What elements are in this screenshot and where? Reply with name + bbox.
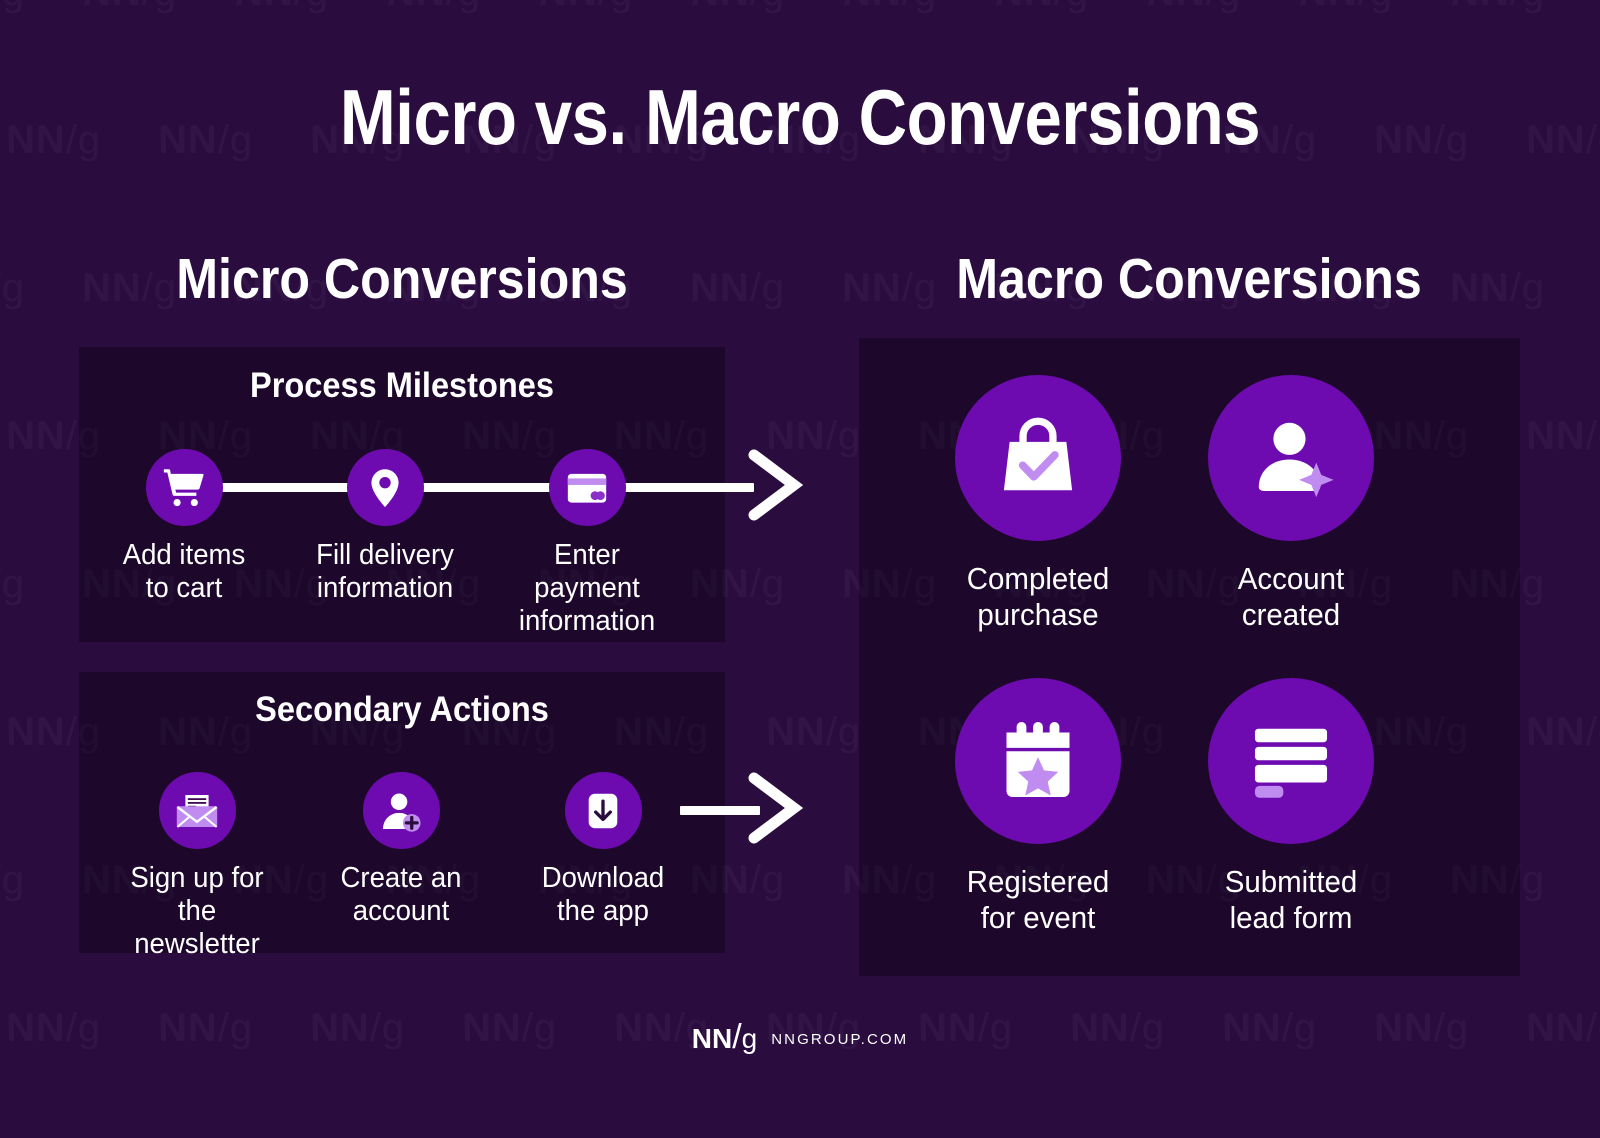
process-milestones-heading: Process Milestones bbox=[250, 366, 554, 405]
macro-item-label: Registered for event bbox=[966, 864, 1110, 935]
form-submit-icon-circle bbox=[1208, 678, 1374, 844]
watermark-tile: NN/g bbox=[0, 562, 25, 607]
step-download-app: Download the app bbox=[519, 772, 687, 928]
watermark-tile: NN/g bbox=[766, 710, 861, 755]
shopping-bag-check-icon bbox=[1003, 417, 1073, 491]
watermark-tile: NN/g bbox=[0, 0, 25, 15]
macro-item-completed-purchase: Completed purchase bbox=[916, 375, 1160, 632]
micro-column-heading: Micro Conversions bbox=[176, 247, 628, 311]
step-fill-delivery-information: Fill delivery information bbox=[301, 449, 469, 605]
macro-item-submitted-lead-form: Submitted lead form bbox=[1169, 678, 1413, 935]
infographic-canvas: NN/gNN/gNN/gNN/gNN/gNN/gNN/gNN/gNN/gNN/g… bbox=[0, 0, 1600, 1138]
macro-item-label: Account created bbox=[1237, 561, 1345, 632]
step-label: Enter payment information bbox=[518, 539, 656, 637]
watermark-tile: NN/g bbox=[6, 118, 101, 163]
watermark-tile: NN/g bbox=[994, 0, 1089, 15]
logo-nn-text: NN bbox=[691, 1023, 733, 1054]
logo-slash-text: / bbox=[732, 1018, 742, 1056]
step-label: Fill delivery information bbox=[316, 539, 454, 604]
step-add-items-to-cart: Add items to cart bbox=[100, 449, 268, 605]
calendar-star-icon-circle bbox=[955, 678, 1121, 844]
person-add-icon-circle bbox=[362, 772, 440, 849]
step-label: Create an account bbox=[340, 862, 462, 927]
watermark-tile: NN/g bbox=[842, 0, 937, 15]
footer-url-text: NNGROUP.COM bbox=[771, 1031, 909, 1048]
watermark-tile: NN/g bbox=[234, 0, 329, 15]
step-enter-payment-information: Enter payment information bbox=[503, 449, 671, 637]
download-arrow-icon bbox=[588, 793, 618, 828]
page-title: Micro vs. Macro Conversions bbox=[339, 73, 1261, 161]
footer: NN/g NNGROUP.COM bbox=[0, 1018, 1600, 1057]
envelope-mail-icon-circle bbox=[158, 772, 236, 849]
shopping-bag-check-icon-circle bbox=[955, 375, 1121, 541]
person-sparkle-icon bbox=[1258, 422, 1334, 498]
watermark-tile: NN/g bbox=[1146, 0, 1241, 15]
watermark-tile: NN/g bbox=[1526, 414, 1600, 459]
step-create-account: Create an account bbox=[317, 772, 485, 928]
nng-logo: NN/g bbox=[692, 1018, 757, 1057]
credit-card-icon bbox=[567, 473, 607, 503]
watermark-tile: NN/g bbox=[1526, 710, 1600, 755]
shopping-cart-icon-circle bbox=[145, 449, 223, 526]
watermark-tile: NN/g bbox=[82, 0, 177, 15]
shopping-cart-icon bbox=[163, 468, 204, 506]
macro-item-registered-for-event: Registered for event bbox=[916, 678, 1160, 935]
watermark-tile: NN/g bbox=[1298, 0, 1393, 15]
secondary-arrow-head-icon bbox=[748, 772, 804, 844]
location-pin-icon-circle bbox=[346, 449, 424, 526]
secondary-actions-heading: Secondary Actions bbox=[255, 690, 549, 729]
person-sparkle-icon-circle bbox=[1208, 375, 1374, 541]
credit-card-icon-circle bbox=[548, 449, 626, 526]
watermark-tile: NN/g bbox=[690, 266, 785, 311]
watermark-tile: NN/g bbox=[1450, 0, 1545, 15]
macro-item-label: Completed purchase bbox=[966, 561, 1110, 632]
logo-g-text: g bbox=[741, 1023, 758, 1054]
download-arrow-icon-circle bbox=[564, 772, 642, 849]
person-add-icon bbox=[382, 793, 421, 832]
watermark-tile: NN/g bbox=[690, 0, 785, 15]
watermark-tile: NN/g bbox=[1526, 118, 1600, 163]
calendar-star-icon bbox=[1006, 722, 1070, 797]
step-sign-up-newsletter: Sign up for the newsletter bbox=[113, 772, 281, 960]
watermark-tile: NN/g bbox=[386, 0, 481, 15]
watermark-tile: NN/g bbox=[0, 266, 25, 311]
macro-item-account-created: Account created bbox=[1169, 375, 1413, 632]
watermark-tile: NN/g bbox=[0, 858, 25, 903]
location-pin-icon bbox=[371, 468, 399, 507]
macro-column-heading: Macro Conversions bbox=[956, 247, 1422, 311]
watermark-tile: NN/g bbox=[538, 0, 633, 15]
macro-item-label: Submitted lead form bbox=[1224, 864, 1358, 935]
envelope-mail-icon bbox=[176, 794, 218, 828]
step-label: Add items to cart bbox=[122, 539, 246, 604]
process-arrow-head-icon bbox=[748, 449, 804, 521]
form-submit-icon bbox=[1254, 728, 1328, 798]
step-label: Sign up for the newsletter bbox=[130, 862, 264, 960]
step-label: Download the app bbox=[541, 862, 665, 927]
